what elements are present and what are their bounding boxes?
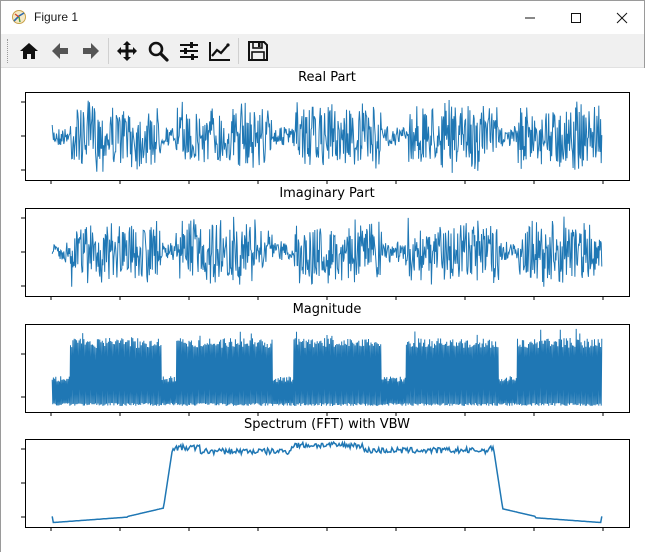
forward-button[interactable] xyxy=(77,37,105,65)
figure-canvas[interactable]: Real Part Imaginary Part Magnitude Spect… xyxy=(1,68,646,552)
figure-window: Figure 1 Real Part Imaginary Part Magnit… xyxy=(0,0,646,552)
title-bar[interactable]: Figure 1 xyxy=(1,1,644,34)
zoom-button[interactable] xyxy=(144,37,172,65)
close-button[interactable] xyxy=(599,1,645,34)
pan-button[interactable] xyxy=(113,37,141,65)
pan-move-icon xyxy=(117,41,137,61)
magnitude-series xyxy=(51,328,603,407)
matplotlib-app-icon xyxy=(11,9,27,25)
maximize-icon xyxy=(571,12,581,23)
window-title: Figure 1 xyxy=(34,10,79,24)
edit-axis-icon xyxy=(209,42,230,61)
forward-arrow-icon xyxy=(83,43,99,59)
save-button[interactable] xyxy=(244,37,272,65)
toolbar-grip[interactable] xyxy=(7,39,10,63)
configure-subplots-button[interactable] xyxy=(175,37,203,65)
home-button[interactable] xyxy=(15,37,43,65)
spectrum-series xyxy=(51,440,603,524)
real-part-series xyxy=(51,99,603,173)
minimize-button[interactable] xyxy=(507,1,553,34)
configure-subplots-icon xyxy=(180,42,198,60)
axes-frame xyxy=(25,439,630,528)
maximize-button[interactable] xyxy=(553,1,599,34)
edit-axis-button[interactable] xyxy=(206,37,234,65)
back-arrow-icon xyxy=(52,43,68,59)
toolbar-separator xyxy=(108,38,109,64)
imaginary-part-series xyxy=(51,216,603,287)
home-icon xyxy=(20,43,38,59)
back-button[interactable] xyxy=(46,37,74,65)
navigation-toolbar xyxy=(1,34,644,68)
close-icon xyxy=(616,12,628,23)
minimize-icon xyxy=(525,17,535,18)
toolbar-separator xyxy=(238,38,239,64)
zoom-magnifier-icon xyxy=(148,41,169,62)
save-disk-icon xyxy=(248,41,268,61)
subplots-area xyxy=(21,92,630,531)
